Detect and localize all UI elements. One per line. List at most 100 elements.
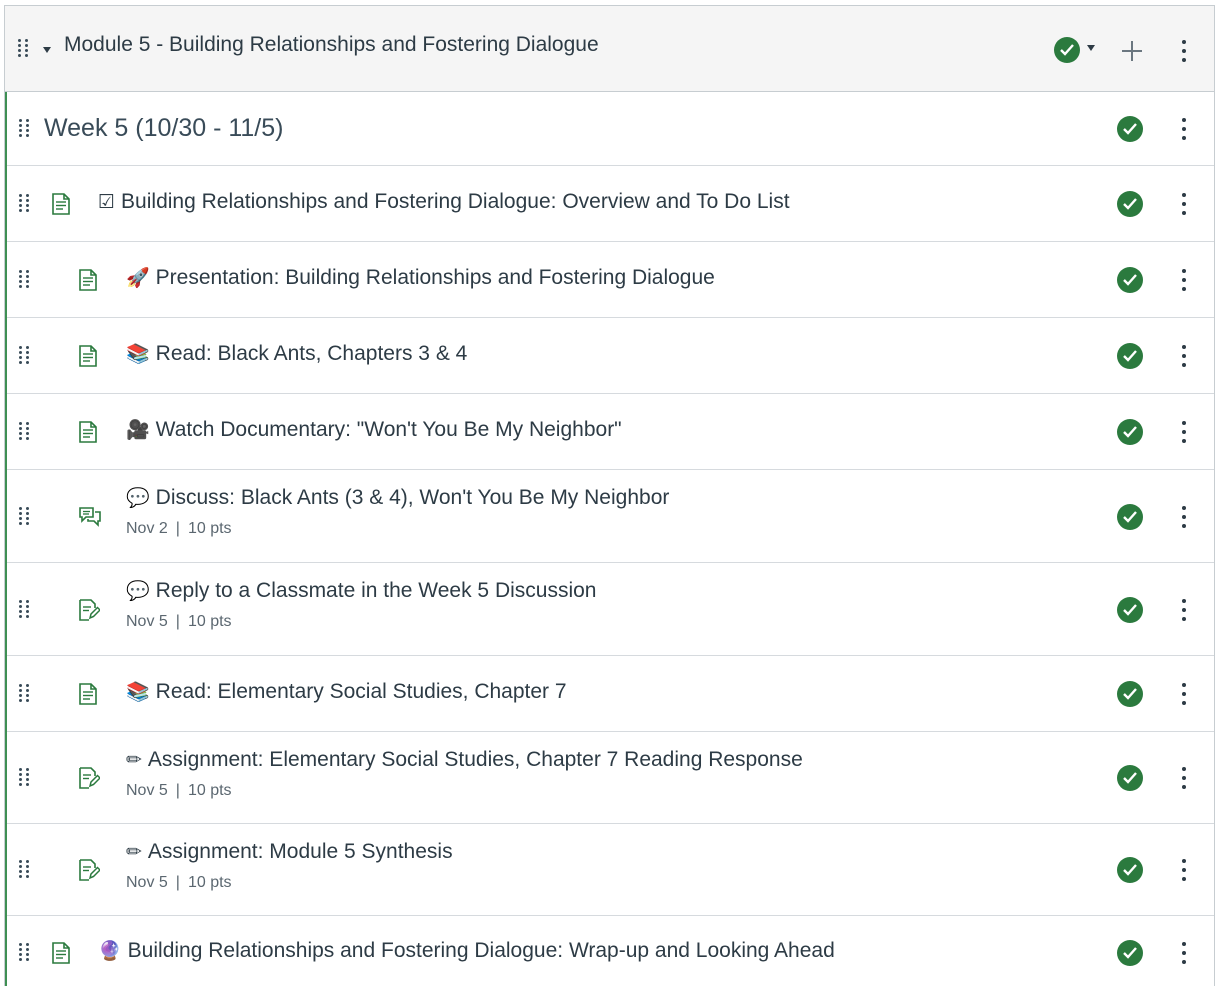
item-options-menu-icon[interactable] (1181, 118, 1187, 140)
published-check-icon[interactable] (1054, 37, 1080, 63)
title-emoji: 📚 (126, 343, 150, 365)
title-emoji: 🎥 (126, 419, 150, 441)
drag-handle-icon[interactable] (19, 270, 29, 290)
published-check-icon[interactable] (1117, 191, 1143, 217)
module-item-row[interactable]: ☑ Building Relationships and Fostering Di… (7, 166, 1214, 242)
drag-handle-icon[interactable] (19, 600, 29, 620)
drag-handle-icon[interactable] (19, 768, 29, 788)
module-item-row[interactable]: 📚 Read: Elementary Social Studies, Chapte… (7, 656, 1214, 732)
item-title-link[interactable]: 💬 Reply to a Classmate in the Week 5 Disc… (126, 579, 596, 603)
published-check-icon[interactable] (1117, 267, 1143, 293)
title-emoji: ✏ (126, 749, 142, 771)
item-options-menu-icon[interactable] (1181, 942, 1187, 964)
published-check-icon[interactable] (1117, 940, 1143, 966)
item-title-link[interactable]: ✏ Assignment: Elementary Social Studies, … (126, 748, 803, 772)
item-title: Read: Elementary Social Studies, Chapter… (155, 680, 567, 703)
item-options-menu-icon[interactable] (1181, 193, 1187, 215)
due-date: Nov 5 (126, 782, 168, 799)
published-check-icon[interactable] (1117, 681, 1143, 707)
published-check-icon[interactable] (1117, 343, 1143, 369)
item-title: Watch Documentary: "Won't You Be My Neig… (155, 418, 622, 441)
item-title-link[interactable]: 📚 Read: Black Ants, Chapters 3 & 4 (126, 342, 467, 366)
item-title: Reply to a Classmate in the Week 5 Discu… (155, 579, 597, 602)
module-item-row[interactable]: 💬 Reply to a Classmate in the Week 5 Disc… (7, 563, 1214, 656)
page-icon (78, 345, 98, 372)
drag-handle-icon[interactable] (19, 422, 29, 442)
title-emoji: 💬 (126, 487, 150, 509)
module-item-row[interactable]: 💬 Discuss: Black Ants (3 & 4), Won't You … (7, 470, 1214, 563)
module-item-row[interactable]: 🎥 Watch Documentary: "Won't You Be My Nei… (7, 394, 1214, 470)
item-title: Assignment: Module 5 Synthesis (147, 840, 453, 863)
item-options-menu-icon[interactable] (1181, 767, 1187, 789)
title-emoji: 💬 (126, 580, 150, 602)
item-title-link[interactable]: 📚 Read: Elementary Social Studies, Chapte… (126, 680, 567, 704)
points: 10 pts (187, 520, 232, 537)
separator: | (175, 874, 180, 891)
item-title-link[interactable]: 🔮 Building Relationships and Fostering Di… (98, 939, 835, 963)
item-options-menu-icon[interactable] (1181, 859, 1187, 881)
page-icon (51, 942, 71, 969)
drag-handle-icon[interactable] (19, 860, 29, 880)
page-icon (78, 421, 98, 448)
item-options-menu-icon[interactable] (1181, 421, 1187, 443)
drag-handle-icon[interactable] (18, 39, 28, 59)
collapse-caret-icon[interactable] (43, 47, 51, 53)
points: 10 pts (187, 874, 232, 891)
item-options-menu-icon[interactable] (1181, 599, 1187, 621)
item-details: Nov 5 | 10 pts (126, 782, 232, 800)
published-check-icon[interactable] (1117, 504, 1143, 530)
assignment-icon (78, 599, 102, 626)
module-title[interactable]: Module 5 - Building Relationships and Fo… (64, 33, 599, 57)
module-item-row[interactable]: 📚 Read: Black Ants, Chapters 3 & 4 (7, 318, 1214, 394)
title-emoji: 🔮 (98, 940, 122, 962)
publish-menu-caret-icon[interactable] (1087, 45, 1095, 51)
module-options-menu-icon[interactable] (1181, 40, 1187, 62)
subheader-row[interactable]: Week 5 (10/30 - 11/5) (7, 92, 1214, 166)
drag-handle-icon[interactable] (19, 346, 29, 366)
item-title-link[interactable]: 🎥 Watch Documentary: "Won't You Be My Nei… (126, 418, 622, 442)
item-options-menu-icon[interactable] (1181, 269, 1187, 291)
item-title: Presentation: Building Relationships and… (155, 266, 715, 289)
module-item-row[interactable]: ✏ Assignment: Module 5 Synthesis Nov 5 | 10 … (7, 824, 1214, 916)
item-title: Building Relationships and Fostering Dia… (121, 190, 790, 213)
module-container: Module 5 - Building Relationships and Fo… (4, 5, 1215, 986)
item-title-link[interactable]: 🚀 Presentation: Building Relationships an… (126, 266, 715, 290)
published-check-icon[interactable] (1117, 765, 1143, 791)
item-title-link[interactable]: ☑ Building Relationships and Fostering Di… (98, 190, 790, 214)
item-title: Assignment: Elementary Social Studies, C… (147, 748, 803, 771)
published-check-icon[interactable] (1117, 116, 1143, 142)
discussion-icon (78, 506, 102, 533)
drag-handle-icon[interactable] (19, 943, 29, 963)
item-title: Discuss: Black Ants (3 & 4), Won't You B… (155, 486, 670, 509)
assignment-icon (78, 767, 102, 794)
points: 10 pts (187, 782, 232, 799)
module-item-row[interactable]: 🚀 Presentation: Building Relationships an… (7, 242, 1214, 318)
title-emoji: ✏ (126, 841, 142, 863)
drag-handle-icon[interactable] (19, 119, 29, 139)
drag-handle-icon[interactable] (19, 684, 29, 704)
due-date: Nov 5 (126, 613, 168, 630)
due-date: Nov 2 (126, 520, 168, 537)
module-items-list: Week 5 (10/30 - 11/5) ☑ Building Relations… (5, 92, 1214, 986)
assignment-icon (78, 859, 102, 886)
subheader-title: Week 5 (10/30 - 11/5) (44, 114, 284, 142)
item-options-menu-icon[interactable] (1181, 683, 1187, 705)
item-options-menu-icon[interactable] (1181, 506, 1187, 528)
published-check-icon[interactable] (1117, 597, 1143, 623)
drag-handle-icon[interactable] (19, 194, 29, 214)
title-emoji: ☑ (98, 191, 116, 213)
page-icon (78, 683, 98, 710)
item-options-menu-icon[interactable] (1181, 345, 1187, 367)
module-item-row[interactable]: 🔮 Building Relationships and Fostering Di… (7, 916, 1214, 986)
published-check-icon[interactable] (1117, 857, 1143, 883)
drag-handle-icon[interactable] (19, 507, 29, 527)
separator: | (175, 613, 180, 630)
module-header[interactable]: Module 5 - Building Relationships and Fo… (5, 6, 1214, 92)
published-check-icon[interactable] (1117, 419, 1143, 445)
points: 10 pts (187, 613, 232, 630)
module-item-row[interactable]: ✏ Assignment: Elementary Social Studies, … (7, 732, 1214, 824)
add-item-button[interactable] (1122, 41, 1142, 61)
separator: | (175, 782, 180, 799)
item-title-link[interactable]: 💬 Discuss: Black Ants (3 & 4), Won't You … (126, 486, 669, 510)
item-title-link[interactable]: ✏ Assignment: Module 5 Synthesis (126, 840, 453, 864)
